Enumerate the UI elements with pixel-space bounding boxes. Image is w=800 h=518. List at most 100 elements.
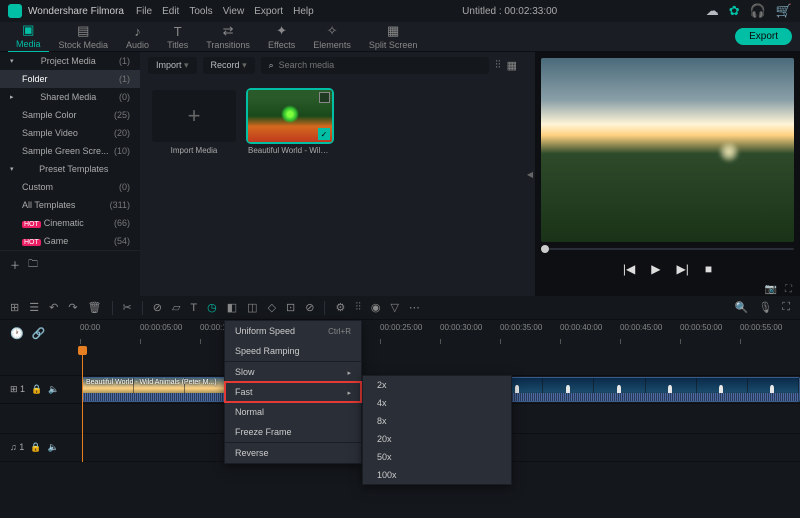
ctx-speed-ramping[interactable]: Speed Ramping: [225, 341, 361, 361]
text-icon[interactable]: T: [190, 302, 197, 314]
playhead[interactable]: [82, 346, 83, 462]
import-media-card[interactable]: + Import Media: [152, 90, 236, 155]
tag2-icon[interactable]: ⊘: [305, 301, 314, 314]
new-folder-icon[interactable]: ＋: [10, 257, 20, 274]
color-icon[interactable]: ◧: [227, 301, 237, 314]
expand-icon[interactable]: [319, 92, 330, 103]
marker-icon[interactable]: ▽: [390, 301, 398, 314]
sidebar-item-folder[interactable]: Folder(1): [0, 70, 140, 88]
media-clip-card[interactable]: ✓ Beautiful World - Wild A...: [248, 90, 332, 155]
import-dropdown[interactable]: Import: [148, 57, 197, 74]
crop-icon[interactable]: ▱: [172, 301, 180, 314]
sidebar-item-custom[interactable]: Custom(0): [0, 178, 140, 196]
speed-option-100x[interactable]: 100x: [363, 466, 511, 484]
sidebar-item-sample-green-screen[interactable]: Sample Green Scre...(10): [0, 142, 140, 160]
speed-option-50x[interactable]: 50x: [363, 448, 511, 466]
speed-option-8x[interactable]: 8x: [363, 412, 511, 430]
next-frame-button[interactable]: ▶|: [676, 262, 688, 276]
menu-file[interactable]: File: [136, 6, 152, 17]
track-lock-icon[interactable]: 🔒: [30, 442, 41, 453]
menu-view[interactable]: View: [223, 6, 245, 17]
fullscreen-icon[interactable]: ⛶: [785, 284, 792, 295]
redo-icon[interactable]: ↷: [68, 301, 77, 314]
search-input[interactable]: [279, 60, 481, 70]
ctx-freeze-frame[interactable]: Freeze Frame: [225, 422, 361, 442]
search-box[interactable]: ⌕: [261, 57, 490, 74]
tl-grid-icon[interactable]: ⊞: [10, 301, 19, 314]
snapshot-icon[interactable]: 📷: [765, 284, 777, 295]
menu-tools[interactable]: Tools: [189, 6, 212, 17]
tab-effects[interactable]: ✦Effects: [260, 21, 303, 52]
collapse-panel-icon[interactable]: ◀: [525, 52, 535, 296]
tab-titles[interactable]: TTitles: [159, 22, 196, 52]
cut-icon[interactable]: ✂: [123, 301, 132, 314]
headphone-icon[interactable]: 🎧: [750, 3, 766, 19]
stop-button[interactable]: ■: [705, 262, 712, 276]
speed-option-20x[interactable]: 20x: [363, 430, 511, 448]
zoom-icon[interactable]: 🔍: [735, 301, 749, 314]
menu-export[interactable]: Export: [254, 6, 283, 17]
menu-edit[interactable]: Edit: [162, 6, 179, 17]
render-icon[interactable]: ◉: [371, 301, 381, 314]
ctx-reverse[interactable]: Reverse: [225, 442, 361, 463]
keyframe-icon[interactable]: ◇: [268, 301, 276, 314]
sidebar-item-preset-templates[interactable]: Preset Templates: [0, 160, 140, 178]
prev-frame-button[interactable]: |◀: [623, 262, 635, 276]
sidebar-item-cinematic[interactable]: HOTCinematic(66): [0, 214, 140, 232]
play-button[interactable]: ▶: [651, 262, 660, 276]
tab-audio[interactable]: ♪Audio: [118, 22, 157, 52]
menu-help[interactable]: Help: [293, 6, 314, 17]
tab-transitions[interactable]: ⇄Transitions: [198, 21, 258, 52]
ctx-normal[interactable]: Normal: [225, 402, 361, 422]
timecode-icon[interactable]: 🕐: [10, 327, 24, 340]
ctx-fast[interactable]: Fast: [225, 382, 361, 402]
track-video-label: ⊞ 1: [10, 384, 25, 395]
tab-elements[interactable]: ✧Elements: [305, 21, 359, 52]
speed-context-menu: Uniform SpeedCtrl+R Speed Ramping Slow F…: [224, 320, 362, 464]
delete-icon[interactable]: 🗑: [88, 301, 102, 314]
adjust-icon[interactable]: ◫: [247, 301, 257, 314]
mic-icon[interactable]: 🎙: [758, 301, 772, 314]
preview-viewport[interactable]: [541, 58, 794, 242]
track-lock-icon[interactable]: 🔒: [31, 384, 42, 395]
tab-stock-media[interactable]: ▤Stock Media: [51, 21, 117, 52]
folder-icon[interactable]: 🗀: [28, 257, 38, 274]
filter-icon[interactable]: ⫶⫶: [495, 59, 501, 72]
track-vol-icon[interactable]: 🔈: [48, 384, 59, 395]
sidebar-item-sample-color[interactable]: Sample Color(25): [0, 106, 140, 124]
timeline-ruler[interactable]: 00:0000:00:05:0000:00:10:0000:00:15:0000…: [80, 320, 800, 346]
ruler-tick: 00:00:40:00: [560, 323, 602, 332]
sidebar-item-project-media[interactable]: Project Media(1): [0, 52, 140, 70]
record-dropdown[interactable]: Record: [203, 57, 255, 74]
ctx-slow[interactable]: Slow: [225, 361, 361, 382]
track-vol-icon[interactable]: 🔈: [47, 442, 58, 453]
speed-option-4x[interactable]: 4x: [363, 394, 511, 412]
settings-icon[interactable]: ✿: [729, 3, 740, 19]
hot-badge: HOT: [22, 239, 41, 246]
focus-icon[interactable]: ⊡: [286, 301, 295, 314]
more-icon[interactable]: ⋯: [409, 301, 420, 314]
tl-menu-icon[interactable]: ☰: [29, 301, 39, 314]
sidebar-item-sample-video[interactable]: Sample Video(20): [0, 124, 140, 142]
mixer-icon[interactable]: ⫶⫶: [355, 301, 361, 314]
sidebar-item-all-templates[interactable]: All Templates(311): [0, 196, 140, 214]
settings-icon[interactable]: ⚙: [335, 301, 345, 314]
tab-media[interactable]: ▣Media: [8, 20, 49, 53]
tag-icon[interactable]: ⊘: [153, 301, 162, 314]
fit-icon[interactable]: ⛶: [782, 301, 790, 314]
speed-submenu: 2x4x8x20x50x100x: [362, 375, 512, 485]
speed-icon[interactable]: ◷: [207, 301, 217, 314]
grid-view-icon[interactable]: ▦: [507, 59, 517, 72]
cloud-icon[interactable]: ☁: [706, 3, 719, 19]
ctx-uniform-speed[interactable]: Uniform SpeedCtrl+R: [225, 321, 361, 341]
export-button[interactable]: Export: [735, 28, 792, 45]
undo-icon[interactable]: ↶: [49, 301, 58, 314]
sidebar-item-game[interactable]: HOTGame(54): [0, 232, 140, 250]
scrub-bar[interactable]: [541, 248, 794, 250]
cart-icon[interactable]: 🛒: [776, 3, 792, 19]
speed-option-2x[interactable]: 2x: [363, 376, 511, 394]
app-name: Wondershare Filmora: [28, 6, 124, 17]
tab-split-screen[interactable]: ▦Split Screen: [361, 21, 426, 52]
sidebar-item-shared-media[interactable]: Shared Media(0): [0, 88, 140, 106]
link-icon[interactable]: 🔗: [32, 327, 46, 340]
